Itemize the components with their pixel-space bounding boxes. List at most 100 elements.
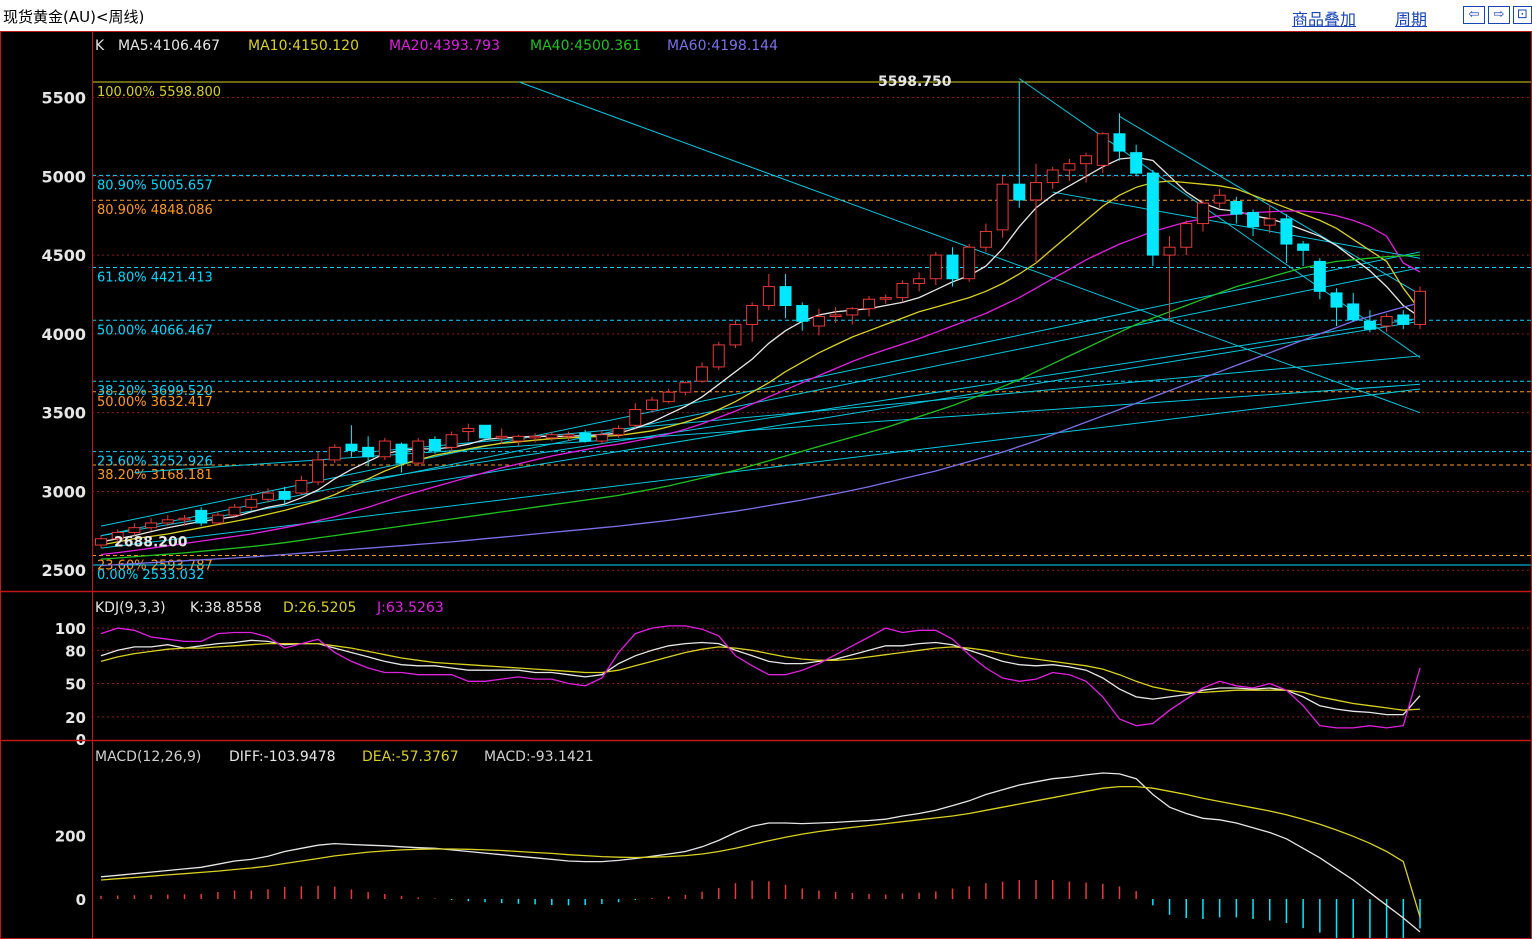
candle — [846, 307, 859, 325]
ma-line-ma60 — [100, 302, 1421, 567]
candle — [1063, 158, 1076, 182]
candle-body — [729, 323, 742, 346]
candle-body — [645, 399, 658, 411]
candle-body — [1046, 169, 1059, 184]
candle — [1347, 292, 1360, 322]
candle-body — [1330, 292, 1343, 308]
candle — [328, 444, 341, 464]
macd-line-diff — [100, 772, 1421, 933]
candle — [1297, 240, 1310, 267]
candle — [1263, 204, 1276, 234]
candle — [412, 437, 425, 467]
candle-body — [1063, 163, 1076, 171]
y-tick-label: 200 — [55, 828, 86, 846]
y-tick-label: 3000 — [41, 482, 86, 501]
trend-line — [351, 317, 1421, 483]
candle — [228, 504, 241, 517]
macd-legend-1: DEA:-57.3767 — [362, 749, 459, 765]
candle-body — [696, 366, 709, 382]
candle-body — [746, 305, 759, 325]
candle-body — [1313, 260, 1326, 292]
y-tick-label: 4500 — [41, 246, 86, 265]
candle-body — [996, 183, 1009, 231]
candle-body — [1280, 218, 1293, 245]
candle — [1213, 188, 1226, 208]
nav-left-button[interactable]: ⇦ — [1463, 6, 1485, 24]
y-tick-label: 50 — [65, 676, 86, 694]
kdj-legend-2: J:63.5263 — [376, 600, 444, 616]
candle-body — [295, 479, 308, 494]
overlay-link[interactable]: 商品叠加 — [1292, 6, 1356, 30]
candle-body — [1113, 133, 1126, 152]
chart-canvas[interactable]: 5500 5000 4500 4000 3500 3000 2500 100.00% 5598… — [0, 31, 1532, 939]
candle — [278, 486, 291, 505]
trend-line — [100, 267, 1421, 537]
candle-body — [963, 246, 976, 280]
candle — [1414, 286, 1426, 330]
y-tick-label: 20 — [65, 709, 86, 727]
candle-body — [1213, 194, 1226, 204]
candle — [445, 431, 458, 453]
y-tick-label: 80 — [65, 642, 86, 660]
candle — [863, 296, 876, 317]
fib-level-label: 80.90% 4848.086 — [97, 203, 213, 218]
period-link[interactable]: 周期 — [1395, 6, 1427, 30]
candle — [245, 494, 258, 511]
candle-body — [95, 538, 107, 546]
candle-body — [445, 434, 458, 448]
macd-legend-0: DIFF:-103.9478 — [229, 749, 336, 765]
macd-panel: 200 0 MACD(12,26,9) DIFF:-103.9478 DEA:-57.3… — [55, 749, 1421, 939]
main-panel: 5500 5000 4500 4000 3500 3000 2500 100.00% 5598… — [41, 38, 1532, 583]
candle-body — [796, 305, 809, 322]
candle-body — [712, 344, 725, 368]
candle-body — [846, 308, 859, 316]
candle — [512, 434, 525, 446]
fib-level-label: 100.00% 5598.800 — [97, 85, 221, 100]
candle — [1397, 310, 1410, 330]
nav-right-button[interactable]: ⇨ — [1488, 6, 1510, 24]
candle — [312, 452, 325, 486]
candle-body — [829, 314, 842, 318]
candle-body — [1096, 133, 1109, 166]
candle — [779, 274, 792, 319]
candle — [796, 302, 809, 331]
ma-legend-2: MA20:4393.793 — [389, 38, 500, 54]
candle-body — [362, 446, 375, 458]
candle-body — [1247, 212, 1260, 228]
candle-body — [1363, 320, 1376, 330]
nav-fit-button[interactable]: ⊡ — [1513, 6, 1532, 24]
candle-body — [1380, 316, 1393, 327]
high-annotation: 5598.750 — [878, 74, 952, 90]
candle-body — [629, 409, 642, 426]
candle — [145, 518, 158, 531]
candle-body — [178, 517, 191, 521]
title-bar: 现货黄金(AU)<周线) 商品叠加 周期 ⇦ ⇨ ⊡ — [0, 0, 1532, 31]
candle — [1380, 313, 1393, 333]
candle-body — [1029, 182, 1042, 201]
fib-level-label: 0.00% 2533.032 — [97, 568, 204, 583]
candle — [812, 308, 825, 336]
candle — [829, 307, 842, 323]
candle — [1363, 310, 1376, 333]
trend-line — [1019, 78, 1421, 358]
kdj-legend-0: K:38.8558 — [190, 600, 262, 616]
macd-legend-2: MACD:-93.1421 — [484, 749, 594, 765]
candle-body — [946, 254, 959, 280]
candle — [696, 362, 709, 383]
candle-body — [211, 514, 224, 524]
candle-body — [245, 498, 258, 508]
candle-body — [879, 297, 892, 300]
y-tick-label: 4000 — [41, 325, 86, 344]
candle — [362, 436, 375, 467]
candle-body — [278, 490, 291, 500]
candle-body — [612, 427, 625, 436]
kdj-header-prefix: KDJ(9,3,3) — [95, 600, 166, 616]
candle-body — [896, 282, 909, 299]
candle — [178, 515, 191, 527]
candle-body — [1013, 183, 1026, 201]
candle-body — [979, 230, 992, 248]
candle — [896, 280, 909, 303]
candle — [1013, 81, 1026, 208]
candle — [1029, 163, 1042, 263]
candle — [1180, 220, 1193, 256]
